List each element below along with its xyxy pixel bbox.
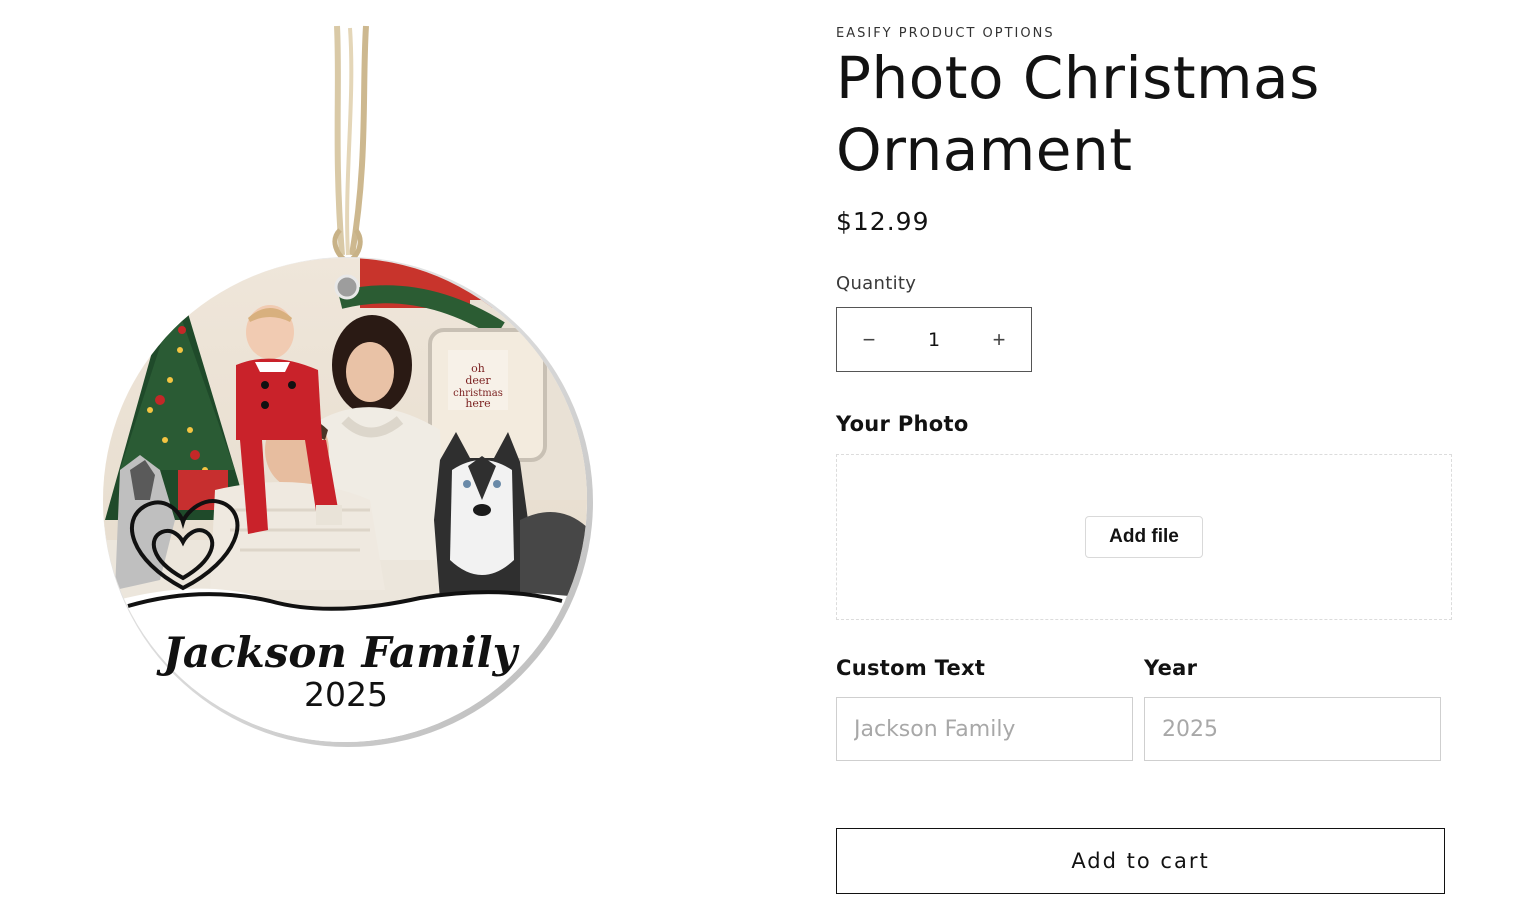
custom-text-input[interactable] <box>836 697 1133 761</box>
ornament-name-text: Jackson Family <box>156 628 520 677</box>
svg-text:deer: deer <box>465 374 491 387</box>
product-title: Photo Christmas Ornament <box>836 44 1320 184</box>
quantity-decrease-button[interactable]: − <box>837 308 901 371</box>
ornament-year-text: 2025 <box>304 675 388 714</box>
add-to-cart-button[interactable]: Add to cart <box>836 828 1445 894</box>
plus-icon: + <box>992 326 1006 352</box>
custom-text-label: Custom Text <box>836 656 986 680</box>
svg-text:here: here <box>465 397 490 410</box>
photo-dropzone[interactable]: Add file <box>836 454 1452 620</box>
product-vendor: EASIFY PRODUCT OPTIONS <box>836 26 1055 41</box>
quantity-input[interactable]: 1 <box>901 329 967 351</box>
add-file-button[interactable]: Add file <box>1085 516 1203 558</box>
product-media[interactable]: oh deer christmas here Jackson Family 20… <box>0 0 700 902</box>
year-input[interactable] <box>1144 697 1441 761</box>
quantity-stepper: − 1 + <box>836 307 1032 372</box>
twine <box>332 25 369 265</box>
photo-option-label: Your Photo <box>836 412 969 436</box>
ornament-hole <box>334 274 360 300</box>
product-price: $12.99 <box>836 207 930 236</box>
quantity-label: Quantity <box>836 273 917 294</box>
ornament-image: oh deer christmas here Jackson Family 20… <box>103 25 593 747</box>
minus-icon: − <box>862 326 876 352</box>
quantity-increase-button[interactable]: + <box>967 308 1031 371</box>
year-label: Year <box>1144 656 1198 680</box>
